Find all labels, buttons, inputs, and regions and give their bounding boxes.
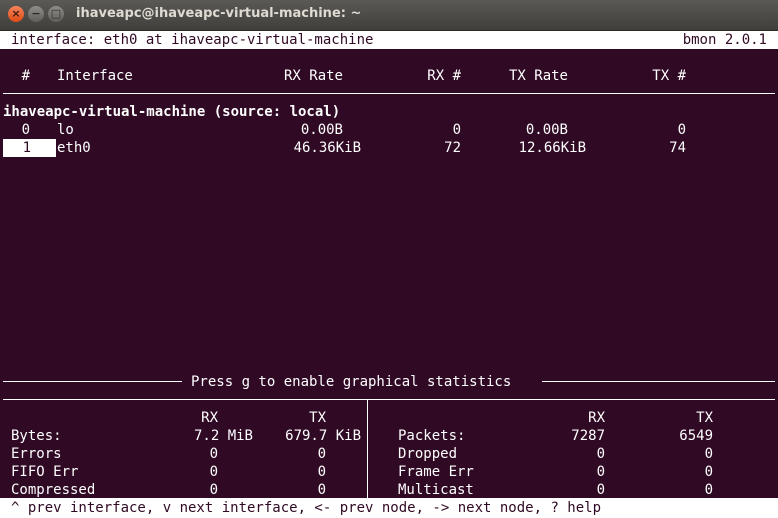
close-window-button[interactable]: × xyxy=(8,6,24,22)
col-header-index: # xyxy=(21,68,30,84)
row-index: 0 xyxy=(21,122,30,138)
window-title: ihaveapc@ihaveapc-virtual-machine: ~ xyxy=(76,6,362,21)
terminal-content[interactable]: interface: eth0 at ihaveapc-virtual-mach… xyxy=(0,31,778,518)
graph-divider-right xyxy=(542,381,775,382)
col-header-tx-rate: TX Rate xyxy=(508,68,568,84)
stat-label: Packets: xyxy=(398,428,466,444)
stat-tx-value: 0 xyxy=(317,464,326,480)
stat-rx-value: 0 xyxy=(209,482,218,498)
row-rx-count: 0 xyxy=(452,122,461,138)
stat-rx-value: 0 xyxy=(209,446,218,462)
stats-left-tx-header: TX xyxy=(309,410,326,426)
row-index-highlight: 1 xyxy=(3,139,56,157)
stats-right-rx-header: RX xyxy=(588,410,605,426)
stat-label: Errors xyxy=(11,446,62,462)
stat-rx-value: 7287 xyxy=(571,428,605,444)
stat-tx-value: 0 xyxy=(704,482,713,498)
stat-rx-value: 0 xyxy=(596,482,605,498)
stats-column-divider xyxy=(367,400,368,498)
stat-tx-value: 0 xyxy=(704,446,713,462)
row-interface-name: eth0 xyxy=(57,140,91,156)
row-rx-count: 72 xyxy=(444,140,461,156)
help-bar: ^ prev interface, v next interface, <- p… xyxy=(0,498,778,518)
minimize-window-button[interactable]: − xyxy=(28,6,44,22)
header-divider xyxy=(3,93,775,94)
stat-label: Compressed xyxy=(11,482,96,498)
col-header-tx-count: TX # xyxy=(652,68,686,84)
col-header-interface: Interface xyxy=(57,68,133,84)
stat-rx-value: 0 xyxy=(209,464,218,480)
stat-rx-value: 0 xyxy=(596,446,605,462)
stat-rx-value: 0 xyxy=(596,464,605,480)
stat-tx-value: 0 xyxy=(317,446,326,462)
row-interface-name: lo xyxy=(57,122,74,138)
col-header-rx-count: RX # xyxy=(427,68,461,84)
stat-tx-value: 679.7 KiB xyxy=(285,428,361,444)
stat-label: Dropped xyxy=(398,446,458,462)
stats-right-tx-header: TX xyxy=(696,410,713,426)
col-header-rx-rate: RX Rate xyxy=(283,68,343,84)
graph-hint: Press g to enable graphical statistics xyxy=(191,374,512,390)
stat-label: Frame Err xyxy=(398,464,474,480)
stat-tx-value: 0 xyxy=(704,464,713,480)
stat-tx-value: 0 xyxy=(317,482,326,498)
bmon-status-bar: interface: eth0 at ihaveapc-virtual-mach… xyxy=(0,31,778,49)
row-tx-count: 74 xyxy=(669,140,686,156)
stats-divider xyxy=(3,399,775,400)
stat-rx-value: 7.2 MiB xyxy=(193,428,253,444)
stats-left-rx-header: RX xyxy=(201,410,218,426)
row-tx-count: 0 xyxy=(677,122,686,138)
row-index: 1 xyxy=(22,140,31,156)
status-version: bmon 2.0.1 xyxy=(682,32,767,48)
row-rx-rate: 0.00B xyxy=(300,122,343,138)
stat-label: Bytes: xyxy=(11,428,62,444)
row-rx-rate: 46.36KiB xyxy=(293,140,361,156)
terminal-window: × − □ ihaveapc@ihaveapc-virtual-machine:… xyxy=(0,0,778,518)
help-text: ^ prev interface, v next interface, <- p… xyxy=(11,500,602,516)
graph-divider-left xyxy=(3,381,182,382)
row-tx-rate: 0.00B xyxy=(525,122,568,138)
stat-tx-value: 6549 xyxy=(679,428,713,444)
stat-label: FIFO Err xyxy=(11,464,79,480)
row-tx-rate: 12.66KiB xyxy=(518,140,586,156)
maximize-window-button[interactable]: □ xyxy=(48,6,64,22)
host-label: ihaveapc-virtual-machine (source: local) xyxy=(3,104,341,120)
status-interface: interface: eth0 at ihaveapc-virtual-mach… xyxy=(11,32,374,48)
title-bar[interactable]: × − □ ihaveapc@ihaveapc-virtual-machine:… xyxy=(0,0,778,31)
stat-label: Multicast xyxy=(398,482,474,498)
